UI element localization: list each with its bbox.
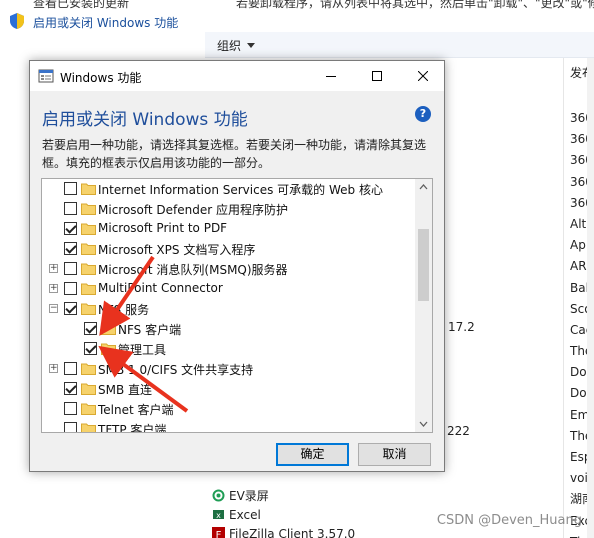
folder-icon — [81, 382, 96, 395]
svg-text:F: F — [216, 530, 222, 538]
feature-checkbox[interactable] — [64, 262, 77, 275]
feature-label: NFS 服务 — [98, 303, 150, 317]
feature-checkbox[interactable] — [84, 342, 97, 355]
folder-icon — [81, 182, 96, 195]
minimize-button[interactable] — [308, 61, 354, 91]
organize-menu[interactable]: 组织 — [217, 37, 256, 54]
feature-row[interactable]: TFTP 客户端 — [42, 419, 416, 433]
feature-label: Microsoft Defender 应用程序防护 — [98, 203, 289, 217]
svg-text:x: x — [216, 511, 221, 520]
folder-icon — [81, 262, 96, 275]
feature-label: NFS 客户端 — [118, 323, 182, 337]
chevron-down-icon — [247, 43, 256, 48]
expand-icon[interactable]: + — [49, 284, 58, 293]
column-divider[interactable] — [563, 58, 564, 538]
feature-label: SMB 1.0/CIFS 文件共享支持 — [98, 363, 254, 377]
feature-row[interactable]: − NFS 服务 — [42, 299, 416, 319]
folder-icon — [81, 202, 96, 215]
feature-row[interactable]: + MultiPoint Connector — [42, 279, 416, 299]
feature-checkbox[interactable] — [84, 322, 97, 335]
feature-label: SMB 直连 — [98, 383, 153, 397]
feature-row[interactable]: NFS 客户端 — [42, 319, 416, 339]
turn-windows-features-link[interactable]: 启用或关闭 Windows 功能 — [33, 14, 178, 31]
program-row[interactable]: F FileZilla Client 3.57.0 — [212, 527, 355, 538]
feature-checkbox[interactable] — [64, 422, 77, 432]
folder-icon — [81, 422, 96, 432]
feature-checkbox[interactable] — [64, 302, 77, 315]
dialog-title: Windows 功能 — [60, 71, 142, 85]
minimize-icon — [326, 76, 336, 77]
program-name: EV录屏 — [229, 489, 269, 503]
feature-label: Internet Information Services 可承载的 Web 核… — [98, 183, 383, 197]
feature-row[interactable]: 管理工具 — [42, 339, 416, 359]
feature-label: MultiPoint Connector — [98, 281, 223, 295]
feature-row[interactable]: Internet Information Services 可承载的 Web 核… — [42, 179, 416, 199]
scrollbar-thumb[interactable] — [418, 229, 429, 301]
excel-icon: x — [213, 510, 224, 520]
ok-button[interactable]: 确定 — [276, 443, 349, 466]
scroll-down-icon[interactable] — [415, 415, 432, 432]
feature-label: Microsoft 消息队列(MSMQ)服务器 — [98, 263, 288, 277]
program-row[interactable]: EV录屏 — [212, 487, 269, 504]
help-icon[interactable]: ? — [415, 106, 431, 122]
folder-icon — [101, 322, 116, 335]
feature-label: Telnet 客户端 — [98, 403, 174, 417]
shield-icon — [10, 13, 24, 29]
close-button[interactable] — [400, 61, 446, 91]
expand-icon[interactable]: + — [49, 364, 58, 373]
program-name: FileZilla Client 3.57.0 — [229, 527, 356, 538]
windows-features-icon — [38, 69, 54, 83]
folder-icon — [81, 362, 96, 375]
folder-icon — [101, 342, 116, 355]
maximize-button[interactable] — [354, 61, 400, 91]
dialog-heading: 启用或关闭 Windows 功能 — [42, 110, 248, 130]
uninstall-instructions: 若要卸载程序，请从列表中将其选中，然后单击"卸载"、"更改"或"修复" — [236, 0, 594, 10]
feature-row[interactable]: Microsoft XPS 文档写入程序 — [42, 239, 416, 259]
feature-checkbox[interactable] — [64, 382, 77, 395]
feature-row[interactable]: + Microsoft 消息队列(MSMQ)服务器 — [42, 259, 416, 279]
feature-checkbox[interactable] — [64, 242, 77, 255]
filezilla-icon: F — [212, 527, 225, 538]
feature-checkbox[interactable] — [64, 362, 77, 375]
program-version-text: 222 — [447, 424, 470, 438]
cancel-button[interactable]: 取消 — [358, 443, 431, 466]
watermark: CSDN @Deven_Huang — [436, 513, 582, 528]
folder-icon — [81, 302, 96, 315]
feature-checkbox[interactable] — [64, 182, 77, 195]
feature-checkbox[interactable] — [64, 222, 77, 235]
windows-features-dialog: Windows 功能 启用或关闭 Windows 功能 ? 若要启用一种功能，请… — [29, 60, 445, 472]
scroll-up-icon[interactable] — [415, 179, 432, 196]
feature-checkbox[interactable] — [64, 202, 77, 215]
features-scrollbar[interactable] — [415, 179, 432, 432]
feature-label: Microsoft XPS 文档写入程序 — [98, 243, 256, 257]
folder-icon — [81, 282, 96, 295]
feature-row[interactable]: + SMB 1.0/CIFS 文件共享支持 — [42, 359, 416, 379]
ev-record-icon — [212, 489, 225, 502]
dialog-description: 若要启用一种功能，请选择其复选框。若要关闭一种功能，请清除其复选框。填充的框表示… — [42, 138, 427, 170]
program-row[interactable]: x Excel — [212, 508, 261, 522]
close-icon — [418, 71, 428, 81]
feature-row[interactable]: Telnet 客户端 — [42, 399, 416, 419]
toolbar: 组织 — [205, 32, 594, 58]
feature-row[interactable]: SMB 直连 — [42, 379, 416, 399]
program-name: Excel — [229, 508, 261, 522]
feature-label: Microsoft Print to PDF — [98, 221, 228, 235]
view-installed-updates-link[interactable]: 查看已安装的更新 — [33, 0, 129, 11]
maximize-icon — [372, 71, 382, 81]
folder-icon — [81, 242, 96, 255]
feature-label: TFTP 客户端 — [98, 423, 167, 433]
folder-icon — [81, 402, 96, 415]
collapse-icon[interactable]: − — [49, 304, 58, 313]
feature-row[interactable]: Microsoft Print to PDF — [42, 219, 416, 239]
feature-row[interactable]: Microsoft Defender 应用程序防护 — [42, 199, 416, 219]
feature-checkbox[interactable] — [64, 402, 77, 415]
folder-icon — [81, 222, 96, 235]
feature-checkbox[interactable] — [64, 282, 77, 295]
features-tree[interactable]: Internet Information Services 可承载的 Web 核… — [41, 178, 433, 433]
expand-icon[interactable]: + — [49, 264, 58, 273]
dialog-titlebar[interactable]: Windows 功能 — [30, 61, 444, 91]
feature-label: 管理工具 — [118, 343, 167, 357]
scrollbar[interactable] — [587, 58, 594, 538]
